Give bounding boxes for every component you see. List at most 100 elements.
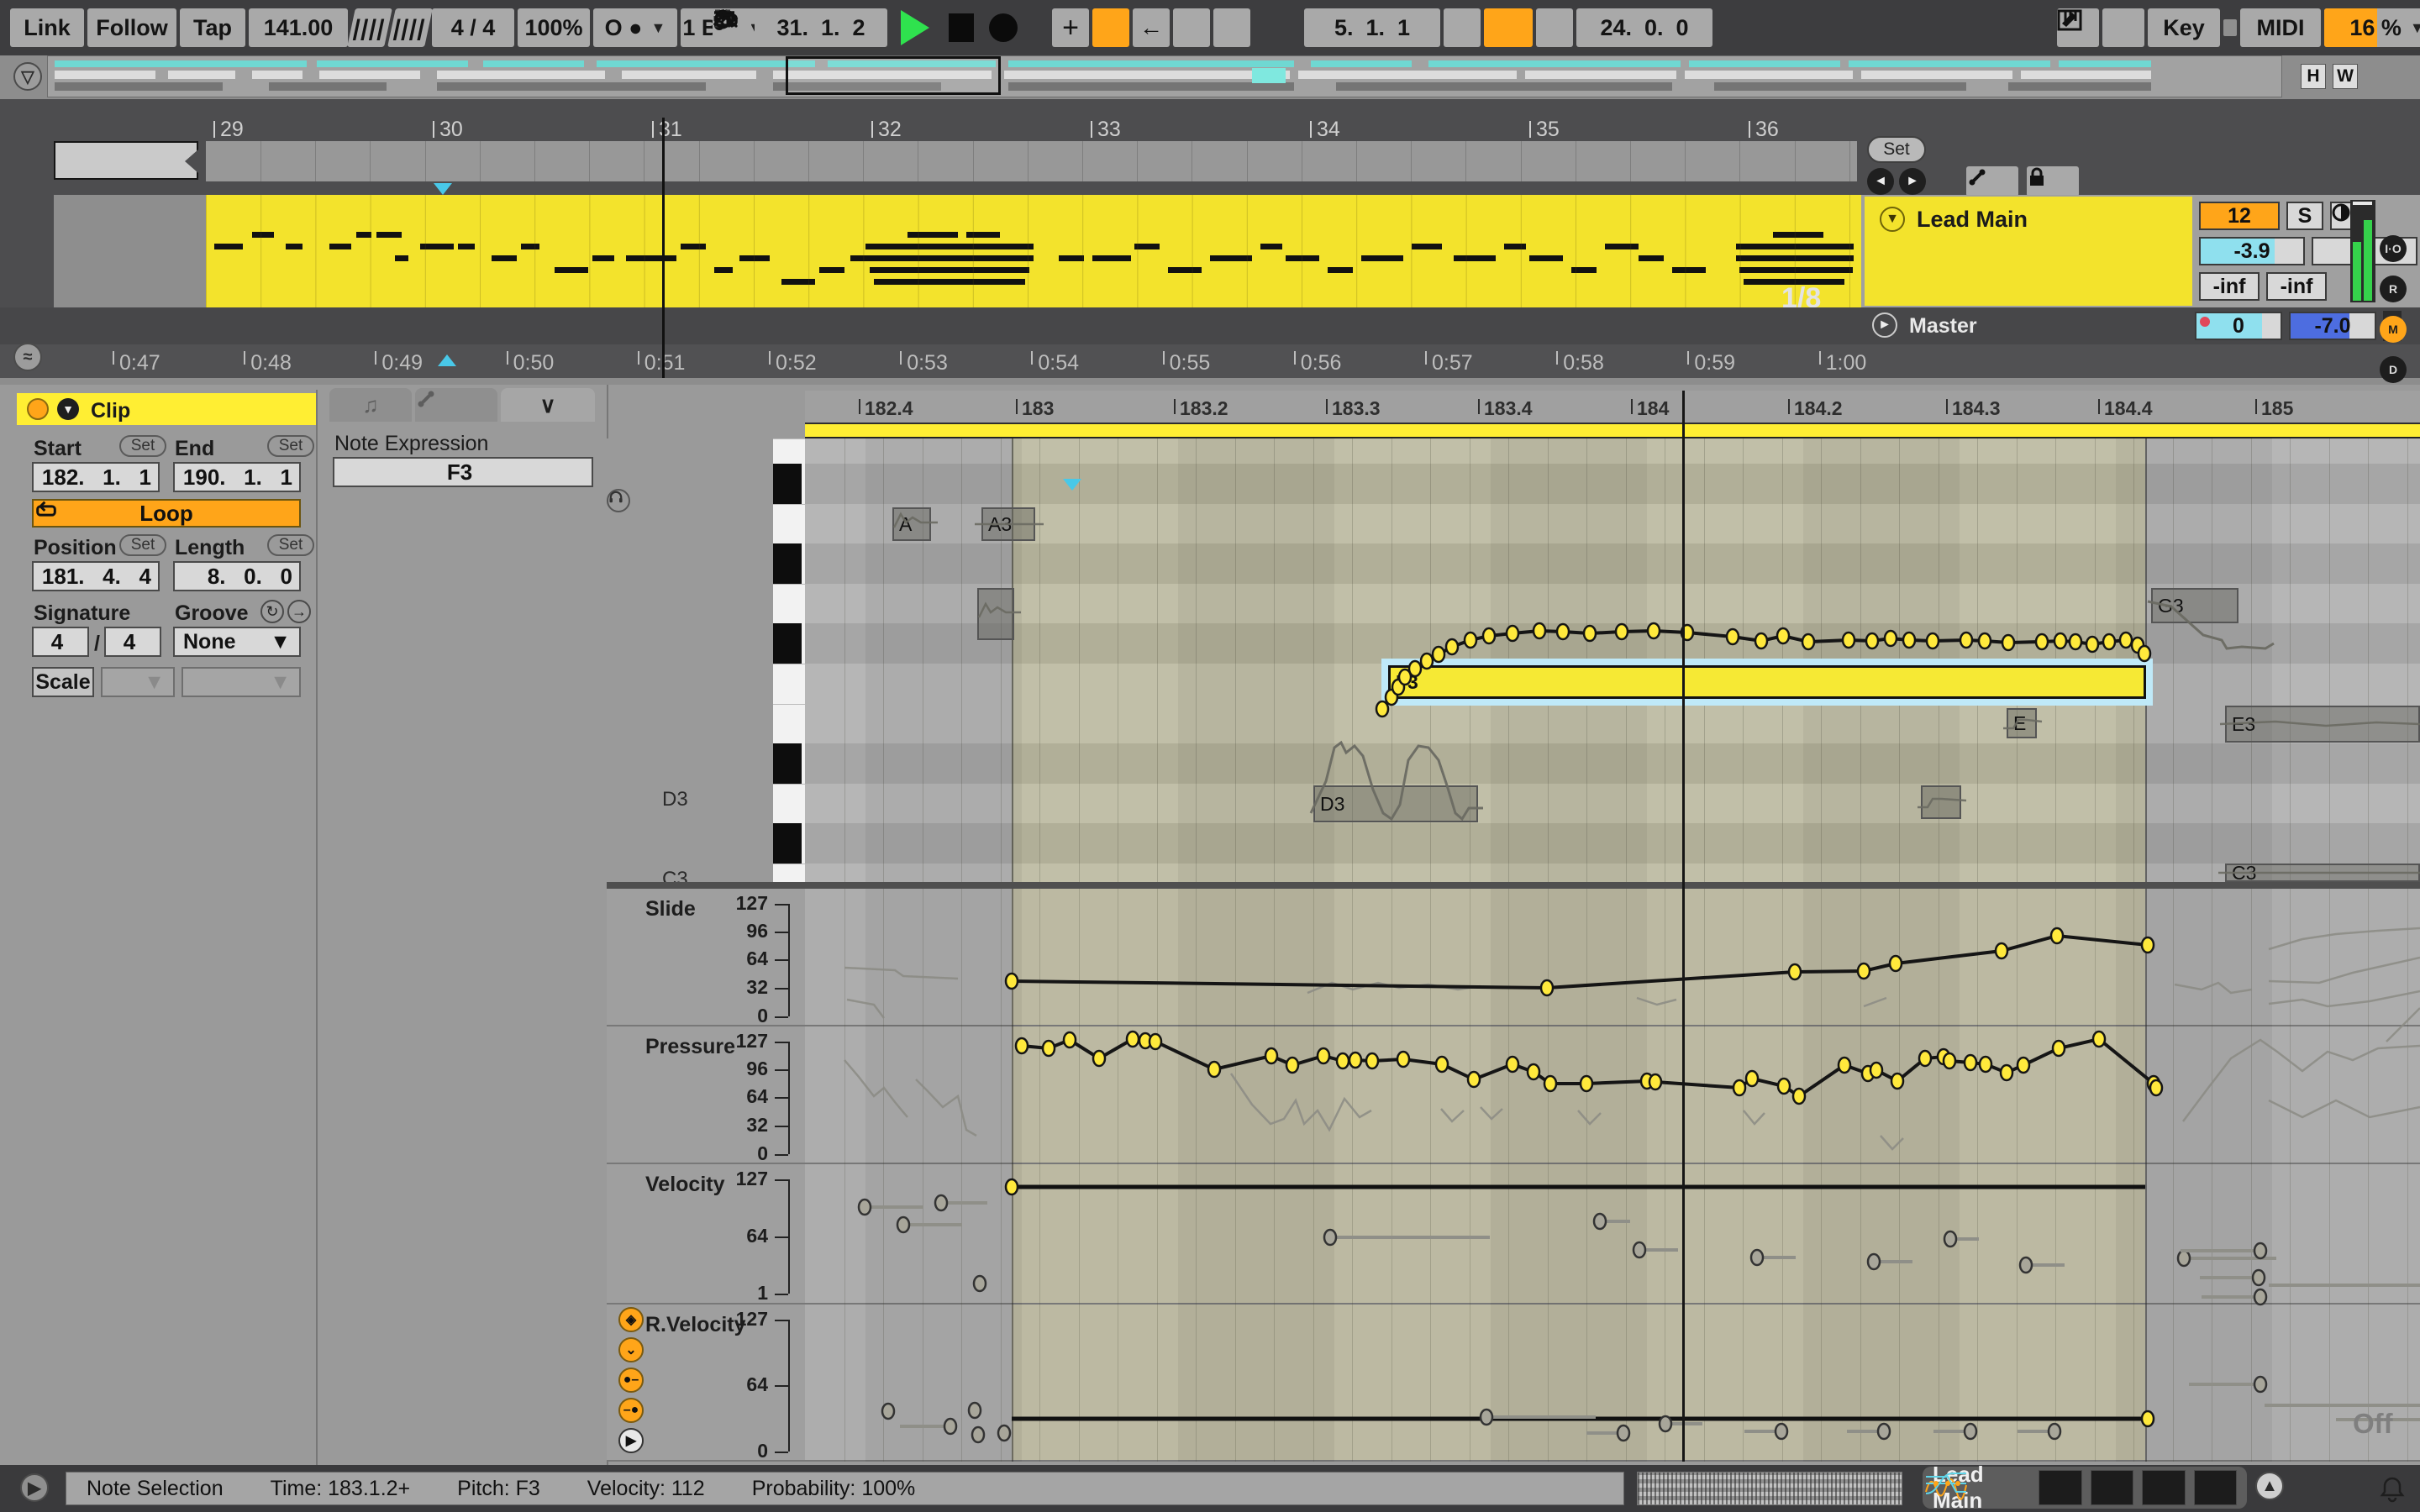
tab-notes[interactable]: ♫ [329, 388, 412, 422]
black-key[interactable] [773, 743, 802, 784]
clip-start-field[interactable]: 182. 1. 1 [32, 462, 160, 492]
loop-length-field[interactable]: 24. 0. 0 [1576, 8, 1712, 47]
device-thumbnail-4[interactable] [1926, 1470, 2238, 1505]
set-position-button[interactable]: Set [119, 534, 166, 556]
side-toggle-m[interactable]: M [2380, 316, 2407, 343]
midi-note-a[interactable]: A [892, 507, 931, 541]
scale-name-select[interactable]: ▼ [182, 667, 301, 697]
capture-selection-button[interactable] [713, 8, 1210, 47]
nudge-up-button[interactable]: |||| [387, 8, 433, 47]
follow-button[interactable]: Follow [87, 8, 176, 47]
computer-midi-keyboard-button[interactable] [2057, 8, 2144, 47]
show-device-view-button[interactable]: ▲ [2255, 1472, 2284, 1500]
send-b-field[interactable]: -inf [2266, 272, 2327, 301]
arrangement-record-button[interactable] [983, 8, 1023, 47]
arrangement-position-field[interactable]: 31. 1. 2 [755, 8, 887, 47]
waveform-follow-toggle[interactable]: ≈ [13, 343, 42, 371]
loop-switch[interactable] [714, 8, 1533, 47]
track-name[interactable]: Lead Main [1917, 207, 2028, 233]
scale-mode-button[interactable]: Scale [32, 667, 94, 697]
play-button[interactable] [891, 8, 939, 47]
expression-tool-button-4[interactable]: –● [618, 1398, 644, 1423]
master-pan-field[interactable]: 0 [2195, 312, 2282, 340]
black-key[interactable] [773, 543, 802, 584]
master-fold-button[interactable]: ► [1872, 312, 1897, 338]
device-thumbnail-2[interactable] [1926, 1470, 2134, 1505]
midi-note-editor[interactable]: D3 C3 A A3 G3 E E3 D3 C3 F3 [607, 438, 2420, 890]
set-end-button[interactable]: Set [267, 435, 314, 457]
scrub-area[interactable] [206, 141, 1857, 181]
midi-overdub-button[interactable]: + [1052, 8, 1089, 47]
nudge-down-button[interactable]: |||| [347, 8, 392, 47]
re-enable-automation-button[interactable]: ← [1133, 8, 1170, 47]
expression-tool-button-3[interactable]: ●– [618, 1368, 644, 1393]
lane-play-button[interactable]: ▶ [618, 1428, 644, 1453]
time-selection-box[interactable] [54, 141, 198, 180]
expression-tool-button-1[interactable]: ◈ [618, 1307, 644, 1332]
insert-marker-icon[interactable] [434, 183, 452, 195]
groove-amount-field[interactable]: 100% [518, 8, 590, 47]
midi-note[interactable] [1921, 785, 1961, 819]
track-volume-field[interactable]: -3.9 [2199, 237, 2305, 265]
time-ruler[interactable]: 0:47 0:48 0:49 0:50 0:51 0:52 0:53 0:54 0:55 0:56… [0, 344, 2420, 378]
clip-activator[interactable] [27, 398, 49, 420]
tempo-field[interactable]: 141.00 [249, 8, 348, 47]
next-marker-button[interactable]: ► [1899, 168, 1926, 195]
track-fold-button[interactable]: ▼ [1880, 207, 1905, 232]
optimize-width-button[interactable]: W [2333, 64, 2358, 89]
device-chain-preview[interactable]: Lead Main [1923, 1462, 2247, 1512]
info-view-toggle[interactable]: ▶ [20, 1473, 49, 1502]
back-to-arrangement-toggle[interactable]: ▽ [13, 62, 42, 91]
metronome-button[interactable]: O ● ▼ [593, 8, 677, 47]
tap-tempo-button[interactable]: Tap [180, 8, 245, 47]
track-activator[interactable]: 12 [2199, 202, 2280, 230]
midi-note-e3[interactable]: E3 [2225, 706, 2420, 743]
editor-insert-marker-icon[interactable] [1063, 479, 1081, 491]
automation-arm-button[interactable] [714, 8, 1129, 47]
black-key[interactable] [773, 464, 802, 504]
device-thumbnail-1[interactable] [1925, 1470, 2082, 1505]
overview-viewport-box[interactable] [786, 56, 1001, 95]
key-map-mode-button[interactable]: Key [2148, 8, 2220, 47]
cpu-meter[interactable]: 16 % ▼ [2324, 8, 2420, 47]
midi-note-d3[interactable]: D3 [1313, 785, 1478, 822]
groove-select[interactable]: None ▼ [173, 627, 301, 657]
expression-tool-button-2[interactable]: ⌄ [618, 1337, 644, 1362]
side-toggle-d[interactable]: D [2380, 356, 2407, 383]
optimize-height-button[interactable]: H [2301, 64, 2326, 89]
track-header-lead-main[interactable]: ▼ Lead Main 12 S -3.9 C -inf -inf [1861, 195, 2420, 307]
punch-in-button[interactable] [714, 8, 1481, 47]
midi-note-e[interactable]: E [2007, 708, 2037, 738]
tab-note-expression[interactable]: ∨ [501, 388, 595, 422]
time-signature-field[interactable]: 4 / 4 [432, 8, 514, 47]
midi-note-g3[interactable]: G3 [2151, 588, 2238, 623]
note-expression-pitch-field[interactable]: F3 [333, 457, 593, 487]
expression-lanes[interactable]: Slide 127 96 64 32 0 Pressure 127 96 64 32 0 Velocit… [607, 889, 2420, 1462]
send-a-field[interactable]: -inf [2199, 272, 2260, 301]
signature-denominator-field[interactable]: 4 [104, 627, 161, 657]
lock-envelopes-button[interactable] [2027, 166, 2079, 197]
midi-note-selected-f3[interactable]: F3 [1388, 665, 2146, 699]
black-key[interactable] [773, 623, 802, 664]
arrangement-overview[interactable] [47, 55, 2282, 97]
black-key[interactable] [773, 823, 802, 864]
clip-end-field[interactable]: 190. 1. 1 [173, 462, 301, 492]
set-start-button[interactable]: Set [119, 435, 166, 457]
notification-bell-icon[interactable] [2378, 1475, 2407, 1504]
device-thumbnail-3[interactable] [1925, 1470, 2186, 1505]
punch-out-button[interactable] [713, 8, 1573, 47]
master-volume-field[interactable]: -7.0 [2289, 312, 2376, 340]
clip-loop-bar[interactable] [805, 424, 2420, 438]
preview-headphone-button[interactable] [607, 489, 630, 512]
link-button[interactable]: Link [10, 8, 84, 47]
tab-envelopes[interactable] [415, 388, 497, 422]
extract-groove-button[interactable]: → [287, 600, 311, 623]
commit-groove-button[interactable]: ↻ [260, 600, 284, 623]
side-toggle-r[interactable]: R [2380, 276, 2407, 302]
signature-numerator-field[interactable]: 4 [32, 627, 89, 657]
clip-loop-button[interactable]: Loop [32, 499, 301, 528]
side-toggle-io[interactable]: I·O [2380, 235, 2407, 262]
stop-button[interactable] [943, 8, 980, 47]
midi-note-a3[interactable]: A3 [981, 507, 1035, 541]
prev-marker-button[interactable]: ◄ [1867, 168, 1894, 195]
